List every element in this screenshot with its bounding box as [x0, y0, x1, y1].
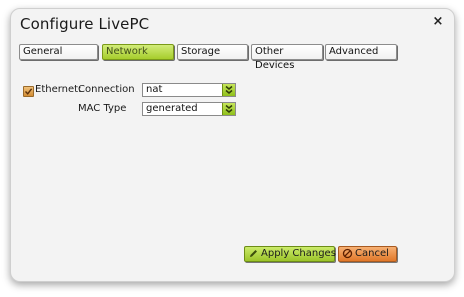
mac-type-value: generated [146, 103, 198, 114]
apply-changes-button[interactable]: Apply Changes [244, 246, 336, 262]
cancel-label: Cancel [355, 248, 389, 259]
cancel-button[interactable]: Cancel [338, 246, 397, 262]
double-chevron-down-icon [225, 104, 233, 113]
dialog-title: Configure LivePC [20, 15, 150, 33]
mac-type-select[interactable]: generated [142, 102, 236, 116]
ethernet-checkbox[interactable] [23, 86, 34, 97]
close-icon[interactable]: × [431, 14, 445, 30]
connection-value: nat [146, 84, 163, 95]
double-chevron-down-icon [225, 85, 233, 94]
tab-general[interactable]: General [19, 44, 98, 60]
mac-type-dropdown-button[interactable] [222, 103, 235, 115]
mac-type-label: MAC Type [78, 103, 127, 114]
connection-select[interactable]: nat [142, 83, 236, 97]
connection-dropdown-button[interactable] [222, 84, 235, 96]
tab-storage[interactable]: Storage [177, 44, 248, 60]
apply-changes-label: Apply Changes [261, 248, 336, 259]
ethernet-label: Ethernet: [35, 84, 82, 95]
checkmark-icon [24, 88, 33, 95]
pencil-icon [250, 250, 257, 257]
connection-label: Connection [78, 84, 135, 95]
cancel-circle-icon [342, 248, 353, 259]
configure-livepc-dialog: Configure LivePC × General Network Stora… [10, 8, 455, 282]
tab-network[interactable]: Network [102, 44, 174, 60]
tab-advanced[interactable]: Advanced [325, 44, 397, 60]
tab-other-devices[interactable]: Other Devices [251, 44, 323, 71]
